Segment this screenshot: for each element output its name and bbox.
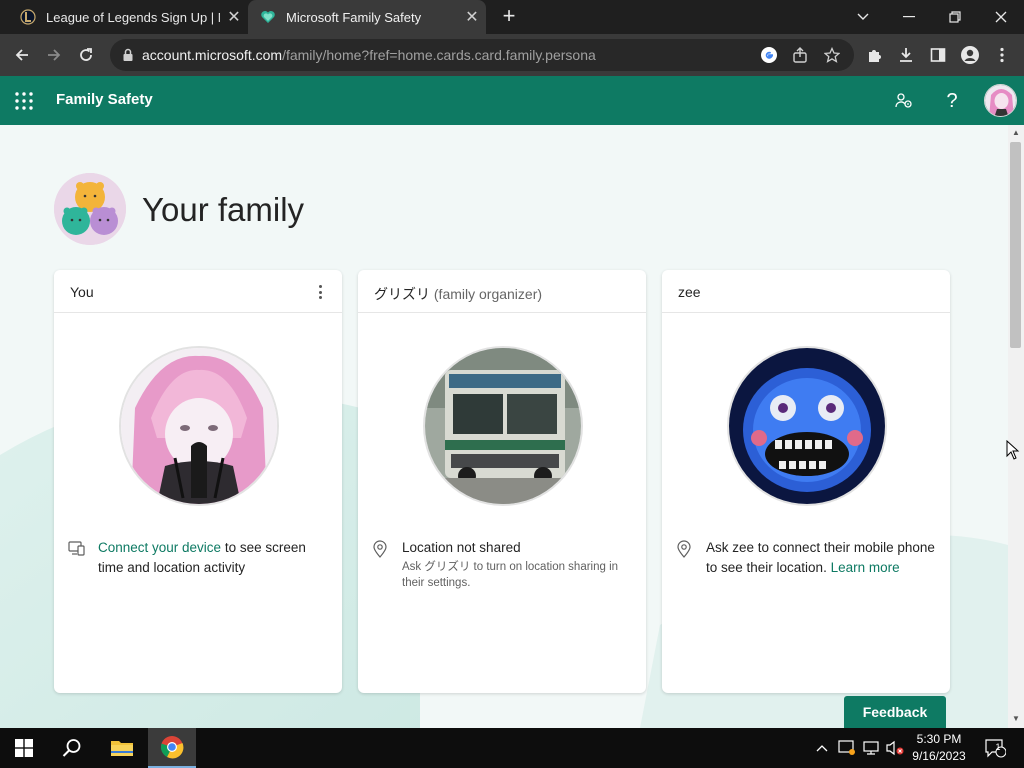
page-title: Your family [142, 191, 305, 228]
back-button[interactable] [8, 41, 36, 69]
close-tab-icon[interactable]: ✕ [458, 7, 486, 27]
share-icon[interactable] [792, 39, 808, 71]
location-pin-icon [372, 538, 394, 591]
family-logo [54, 173, 126, 245]
close-tab-icon[interactable]: ✕ [220, 7, 248, 27]
family-member-card-you[interactable]: You Connect your device to see screen ti… [54, 270, 342, 693]
url-path: /family/home?fref=home.cards.card.family… [282, 47, 596, 63]
app-header: Family Safety ? [0, 76, 1024, 125]
volume-muted-icon[interactable] [884, 728, 906, 768]
card-header: zee [662, 270, 950, 313]
clock-date: 9/16/2023 [912, 749, 966, 763]
card-header: グリズリ (family organizer) [358, 270, 646, 313]
kebab-menu-icon[interactable] [988, 41, 1016, 69]
search-icon[interactable] [48, 728, 96, 768]
profile-icon[interactable] [956, 41, 984, 69]
windows-start-icon[interactable] [0, 728, 48, 768]
file-explorer-icon[interactable] [98, 728, 146, 768]
account-avatar[interactable] [984, 84, 1017, 117]
feedback-button[interactable]: Feedback [844, 696, 946, 728]
device-icon [68, 538, 90, 578]
notification-center-icon[interactable]: 1 [980, 728, 1010, 768]
status-text: Ask zee to connect their mobile phone to… [706, 540, 935, 575]
app-title[interactable]: Family Safety [56, 91, 153, 108]
scroll-thumb[interactable] [1010, 142, 1021, 348]
member-status: Location not shared Ask グリズリ to turn on … [372, 538, 634, 591]
member-status: Ask zee to connect their mobile phone to… [676, 538, 938, 578]
more-options-icon[interactable] [312, 282, 328, 302]
arrow-left-icon [15, 49, 28, 61]
member-avatar[interactable] [119, 346, 279, 506]
heart-icon [261, 11, 275, 23]
download-icon[interactable] [892, 41, 920, 69]
windows-taskbar: 5:30 PM 9/16/2023 1 [0, 728, 1024, 768]
member-avatar[interactable] [423, 346, 583, 506]
family-settings-icon[interactable] [892, 89, 916, 113]
browser-tab-strip: League of Legends Sign Up | Nor ✕ Micros… [0, 0, 1024, 34]
address-bar[interactable]: account.microsoft.com/family/home?fref=h… [110, 39, 854, 71]
clock-time: 5:30 PM [916, 732, 962, 746]
member-name: グリズリ [374, 286, 430, 302]
location-pin-icon [676, 538, 698, 578]
scroll-down-arrow-icon[interactable]: ▼ [1012, 715, 1020, 723]
app-launcher-waffle-icon[interactable] [14, 91, 34, 111]
extensions-puzzle-icon[interactable] [860, 41, 888, 69]
close-window-button[interactable] [978, 0, 1024, 34]
side-panel-icon[interactable] [924, 41, 952, 69]
lock-icon[interactable] [122, 48, 134, 62]
forward-button[interactable] [40, 41, 68, 69]
browser-toolbar: account.microsoft.com/family/home?fref=h… [0, 34, 1024, 76]
browser-tab-family-safety[interactable]: Microsoft Family Safety ✕ [248, 0, 486, 34]
url-host: account.microsoft.com [142, 47, 283, 63]
connect-device-link[interactable]: Connect your device [98, 540, 221, 555]
member-status: Connect your device to see screen time a… [68, 538, 330, 578]
minimize-button[interactable] [886, 0, 932, 34]
new-tab-button[interactable]: + [497, 5, 521, 29]
restore-button[interactable] [932, 0, 978, 34]
browser-tab-league[interactable]: League of Legends Sign Up | Nor ✕ [8, 0, 248, 34]
member-name: zee [678, 284, 701, 300]
mouse-cursor-icon [1006, 440, 1020, 460]
show-hidden-icons-chevron-icon[interactable] [812, 728, 832, 768]
notification-count: 1 [995, 742, 1001, 752]
family-member-card-zee[interactable]: zee Ask zee to connect their mobile phon… [662, 270, 950, 693]
scroll-up-arrow-icon[interactable]: ▲ [1012, 129, 1020, 137]
reload-button[interactable] [72, 41, 100, 69]
status-title: Location not shared [402, 540, 521, 555]
update-tray-icon[interactable] [836, 728, 858, 768]
google-icon[interactable] [760, 39, 778, 71]
status-subtext: Ask グリズリ to turn on location sharing in … [402, 561, 619, 589]
network-icon[interactable] [860, 728, 882, 768]
main-content: Your family You Connect your device to s… [0, 125, 1008, 728]
chrome-taskbar-icon[interactable] [148, 728, 196, 768]
tab-title: Microsoft Family Safety [286, 9, 422, 25]
card-header: You [54, 270, 342, 313]
help-question-icon[interactable]: ? [940, 89, 964, 113]
league-of-legends-icon [20, 9, 36, 25]
member-name: You [70, 284, 94, 300]
member-avatar[interactable] [727, 346, 887, 506]
page-scrollbar[interactable]: ▲ ▼ [1008, 125, 1024, 728]
bookmark-star-icon[interactable] [824, 39, 840, 71]
member-role: (family organizer) [433, 286, 543, 302]
reload-icon [80, 48, 92, 61]
tab-search-chevron-icon[interactable] [840, 0, 886, 34]
tab-title: League of Legends Sign Up | Nor [46, 9, 220, 25]
arrow-right-icon [48, 49, 61, 61]
learn-more-link[interactable]: Learn more [831, 560, 900, 575]
system-clock[interactable]: 5:30 PM 9/16/2023 [906, 731, 972, 765]
family-member-card-organizer[interactable]: グリズリ (family organizer) Location not sha… [358, 270, 646, 693]
